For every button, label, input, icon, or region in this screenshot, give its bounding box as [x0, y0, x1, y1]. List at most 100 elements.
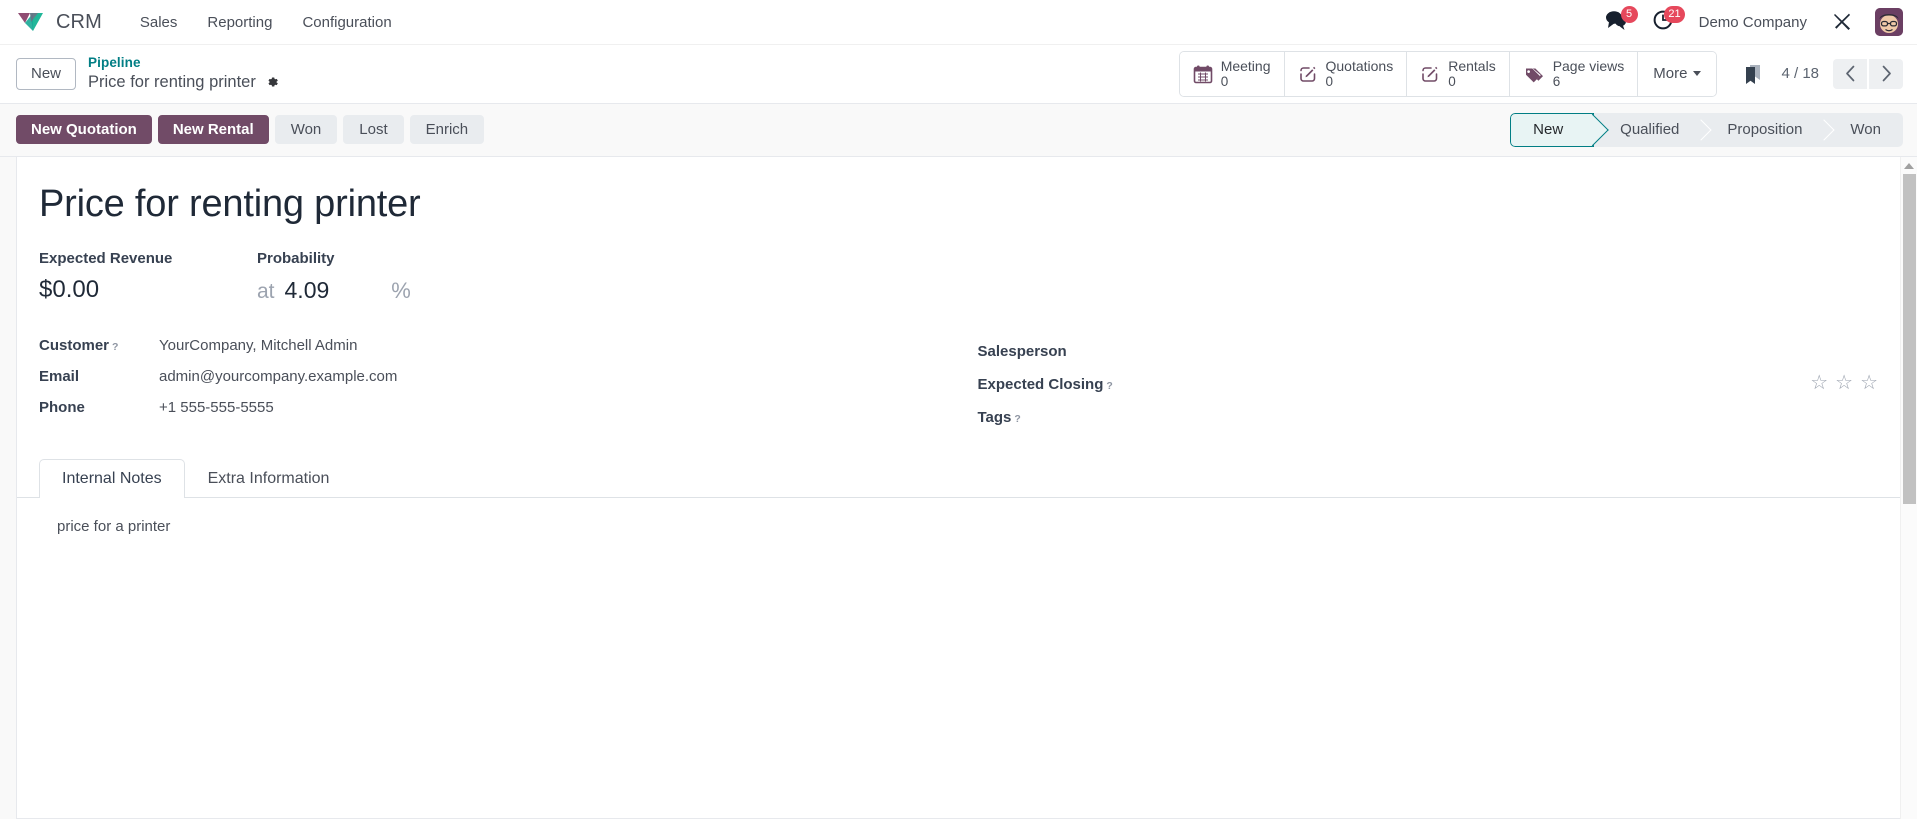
control-panel: New Pipeline Price for renting printer M…: [0, 45, 1917, 104]
field-salesperson-value[interactable]: [1133, 337, 1879, 356]
stage-new[interactable]: New: [1510, 112, 1595, 147]
field-phone: Phone +1 555-555-5555: [39, 394, 940, 425]
pencil-square-icon: [1420, 64, 1440, 84]
field-customer-value[interactable]: YourCompany, Mitchell Admin: [159, 337, 940, 356]
bookmark-icon[interactable]: [1733, 59, 1773, 89]
expected-revenue-group: Expected Revenue $0.00: [39, 250, 257, 303]
statusbar-row: New Quotation New Rental Won Lost Enrich…: [0, 103, 1917, 157]
stage-qualified[interactable]: Qualified: [1594, 113, 1701, 147]
field-email-value[interactable]: admin@yourcompany.example.com: [159, 368, 940, 387]
breadcrumb: Pipeline Price for renting printer: [88, 55, 279, 93]
field-tags: Tags ?: [978, 398, 1879, 431]
probability-at-text: at: [257, 280, 275, 304]
chevron-right-icon: [1882, 65, 1891, 82]
form-fields-grid: Customer ? YourCompany, Mitchell Admin E…: [39, 332, 1878, 431]
label-text: Expected Closing: [977, 376, 1104, 394]
odoo-logo-icon[interactable]: [16, 9, 46, 35]
star-icon[interactable]: ☆: [1810, 373, 1828, 393]
menu-configuration[interactable]: Configuration: [290, 8, 403, 37]
field-salesperson: Salesperson: [978, 332, 1879, 365]
scrollbar-thumb[interactable]: [1903, 173, 1916, 504]
stat-button-meeting[interactable]: Meeting 0: [1179, 52, 1285, 96]
field-tags-value[interactable]: [1133, 403, 1879, 422]
stat-button-meeting-text: Meeting 0: [1221, 58, 1271, 90]
breadcrumb-current-row: Price for renting printer: [88, 72, 279, 93]
field-phone-value[interactable]: +1 555-555-5555: [159, 399, 940, 418]
form-column-left: Customer ? YourCompany, Mitchell Admin E…: [39, 332, 940, 431]
page-title[interactable]: Price for renting printer: [39, 181, 1878, 229]
stage-proposition[interactable]: Proposition: [1701, 113, 1824, 147]
menu-reporting[interactable]: Reporting: [195, 8, 284, 37]
stat-button-page-views-text: Page views 6: [1553, 58, 1625, 90]
priority-stars: ☆ ☆ ☆: [1810, 373, 1878, 393]
enrich-button[interactable]: Enrich: [409, 115, 485, 145]
form-sheet-background: Price for renting printer Expected Reven…: [0, 156, 1917, 819]
new-quotation-button[interactable]: New Quotation: [16, 115, 152, 145]
label-text: Salesperson: [977, 343, 1067, 361]
scroll-up-arrow-icon[interactable]: [1904, 162, 1914, 169]
gear-icon[interactable]: [265, 75, 279, 89]
stat-value: 0: [1325, 74, 1334, 90]
label-text: Tags: [977, 409, 1012, 427]
probability-value[interactable]: 4.09: [285, 277, 330, 304]
field-salesperson-label: Salesperson: [978, 343, 1133, 360]
stat-button-quotations[interactable]: Quotations 0: [1284, 52, 1408, 96]
chevron-down-icon: [1693, 71, 1702, 77]
activities-button[interactable]: 21: [1640, 0, 1687, 45]
company-switcher[interactable]: Demo Company: [1687, 8, 1819, 37]
messages-badge: 5: [1620, 5, 1638, 23]
messages-button[interactable]: 5: [1592, 0, 1640, 45]
stat-button-page-views[interactable]: Page views 6: [1509, 52, 1639, 96]
field-expected-closing-label: Expected Closing ?: [978, 376, 1133, 393]
menu-sales[interactable]: Sales: [128, 8, 190, 37]
form-column-right: Salesperson Expected Closing ? ☆ ☆ ☆ Tag…: [978, 332, 1879, 431]
new-record-button[interactable]: New: [16, 57, 77, 90]
field-email: Email admin@yourcompany.example.com: [39, 363, 940, 394]
help-icon[interactable]: ?: [112, 341, 118, 353]
probability-group: Probability at 4.09 %: [257, 250, 411, 304]
chevron-left-icon: [1845, 65, 1854, 82]
wrench-screwdriver-icon[interactable]: [1819, 0, 1865, 45]
avatar[interactable]: [1875, 8, 1903, 36]
breadcrumb-current-record: Price for renting printer: [88, 72, 256, 91]
field-expected-closing: Expected Closing ? ☆ ☆ ☆: [978, 365, 1879, 398]
stat-label: Page views: [1552, 58, 1625, 74]
more-stat-buttons-dropdown[interactable]: More: [1638, 52, 1717, 96]
stat-label: Rentals: [1448, 58, 1496, 74]
pager-previous-button[interactable]: [1833, 58, 1867, 89]
expected-revenue-label: Expected Revenue: [39, 250, 173, 268]
probability-percent-sign: %: [391, 278, 411, 304]
tags-icon: [1523, 64, 1545, 84]
stage-won[interactable]: Won: [1824, 113, 1903, 147]
star-icon[interactable]: ☆: [1860, 373, 1878, 393]
stat-button-rentals[interactable]: Rentals 0: [1407, 52, 1510, 96]
pipeline-stage-bar: New Qualified Proposition Won: [1510, 112, 1903, 147]
label-text: Phone: [39, 399, 85, 417]
internal-notes-content[interactable]: price for a printer: [39, 498, 1878, 618]
won-button[interactable]: Won: [274, 115, 338, 145]
breadcrumb-parent-pipeline[interactable]: Pipeline: [88, 55, 279, 72]
star-icon[interactable]: ☆: [1835, 373, 1853, 393]
field-tags-label: Tags ?: [978, 409, 1133, 426]
app-name[interactable]: CRM: [56, 11, 102, 34]
label-text: Customer: [39, 337, 110, 355]
action-buttons: New Quotation New Rental Won Lost Enrich: [16, 115, 485, 145]
tab-internal-notes[interactable]: Internal Notes: [39, 459, 185, 499]
activities-badge: 21: [1664, 5, 1685, 23]
field-expected-closing-value[interactable]: [1133, 370, 1811, 389]
tab-extra-information[interactable]: Extra Information: [185, 459, 353, 498]
pager-counter[interactable]: 4 / 18: [1773, 65, 1833, 82]
vertical-scrollbar[interactable]: [1900, 156, 1917, 819]
lost-button[interactable]: Lost: [343, 115, 404, 145]
new-rental-button[interactable]: New Rental: [157, 115, 269, 145]
expected-revenue-value[interactable]: $0.00: [39, 276, 257, 303]
pager-area: 4 / 18: [1717, 58, 1903, 89]
label-text: Email: [39, 368, 80, 386]
pager-next-button[interactable]: [1869, 58, 1903, 89]
help-icon[interactable]: ?: [1014, 413, 1020, 425]
help-icon[interactable]: ?: [1106, 380, 1112, 392]
field-phone-label: Phone: [39, 399, 159, 416]
probability-label: Probability: [257, 250, 335, 268]
top-navbar: CRM Sales Reporting Configuration 5 21 D…: [0, 0, 1917, 45]
pencil-square-icon: [1298, 64, 1318, 84]
